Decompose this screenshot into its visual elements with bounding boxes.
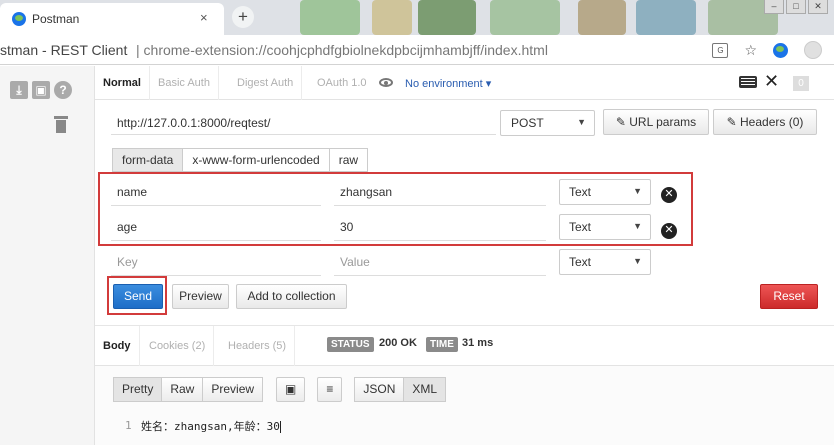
response-line-content: 姓名：zhangsan,年龄：30 [141,420,280,433]
tab-response-cookies[interactable]: Cookies (2) [141,326,215,366]
chevron-down-icon: ▼ [633,256,642,266]
sidebar: ⤓ ▣ ? [0,66,95,445]
response-tabs: Body Cookies (2) Headers (5) STATUS 200 … [95,326,834,366]
preview-view-button[interactable]: Preview [202,377,264,402]
window-controls: – □ ✕ [764,0,828,18]
xml-format-button[interactable]: XML [403,377,447,402]
minimize-button[interactable]: – [764,0,784,14]
method-select[interactable]: POST ▼ [500,110,595,136]
save-icon[interactable]: ▣ [32,81,50,99]
postman-favicon-icon [12,12,26,26]
text-cursor [279,421,281,433]
keyboard-icon[interactable] [739,76,757,88]
status-badge: STATUS [327,337,374,352]
tab-raw[interactable]: raw [328,148,369,172]
sidebar-toolbar: ⤓ ▣ ? [10,81,72,99]
edit-icon: ✎ [615,115,626,129]
highlight-box-params [98,172,693,246]
add-to-collection-button[interactable]: Add to collection [236,284,347,309]
response-panel: Body Cookies (2) Headers (5) STATUS 200 … [95,325,834,445]
send-button[interactable]: Send [113,284,163,309]
pretty-button[interactable]: Pretty [113,377,163,402]
new-tab-button[interactable]: + [232,6,254,28]
address-url[interactable]: | chrome-extension://coohjcphdfgbiolnekd… [136,42,548,58]
body-type-tabs: form-data x-www-form-urlencoded raw [112,148,369,172]
json-format-button[interactable]: JSON [354,377,405,402]
response-view-toolbar: Pretty Raw Preview ▣ ≡ JSON XML [113,377,447,402]
tab-x-www-form-urlencoded[interactable]: x-www-form-urlencoded [182,148,330,172]
form-type-select[interactable]: Text ▼ [559,249,651,275]
time-badge: TIME [426,337,458,352]
response-body-text[interactable]: 姓名：zhangsan,年龄：30 [141,418,281,434]
fullscreen-icon[interactable]: ▣ [276,377,306,402]
headers-button[interactable]: ✎ Headers (0) [713,109,817,135]
status-value: 200 OK [379,337,417,349]
main-panel: Normal Basic Auth Digest Auth OAuth 1.0 … [95,66,834,445]
browser-tab-strip: Postman × + – □ ✕ [0,0,834,35]
address-bar[interactable]: stman - REST Client | chrome-extension:/… [0,35,834,65]
postman-extension-icon[interactable] [773,42,788,58]
chevron-down-icon: ▼ [577,117,586,127]
raw-view-button[interactable]: Raw [161,377,204,402]
profile-avatar[interactable] [804,41,822,59]
edit-icon: ✎ [726,115,737,129]
tab-normal[interactable]: Normal [95,66,150,100]
tab-basic-auth[interactable]: Basic Auth [150,66,219,100]
eye-icon[interactable] [379,78,393,87]
preview-button[interactable]: Preview [172,284,229,309]
tab-digest-auth[interactable]: Digest Auth [229,66,303,100]
tab-oauth[interactable]: OAuth 1.0 [309,66,375,100]
address-bar-icons: G ☆ [712,41,822,59]
maximize-button[interactable]: □ [786,0,806,14]
tab-title: Postman [32,12,80,26]
wrap-lines-icon[interactable]: ≡ [317,377,343,402]
request-url-input[interactable] [111,111,496,135]
new-key-input[interactable] [111,248,321,276]
url-params-button[interactable]: ✎ URL params [603,109,709,135]
environment-dropdown[interactable]: No environment ▾ [405,77,491,90]
counter-badge: 0 [793,76,809,91]
tab-form-data[interactable]: form-data [112,148,184,172]
translate-icon[interactable]: G [712,42,729,58]
new-value-input[interactable] [334,248,546,276]
reset-button[interactable]: Reset [760,284,818,309]
bookmark-star-icon[interactable]: ☆ [744,42,757,59]
method-value: POST [511,116,544,130]
close-window-button[interactable]: ✕ [808,0,828,14]
download-icon[interactable]: ⤓ [10,81,28,99]
form-type-value: Text [569,255,592,269]
trash-icon[interactable] [54,116,68,133]
time-value: 31 ms [462,337,494,349]
help-icon[interactable]: ? [54,81,72,99]
auth-tabs: Normal Basic Auth Digest Auth OAuth 1.0 … [95,66,834,100]
page-origin-label: stman - REST Client [0,42,128,58]
tools-icon[interactable]: ✕ [764,71,779,92]
url-params-label: URL params [629,115,697,129]
tab-response-body[interactable]: Body [95,326,140,366]
line-number: 1 [125,419,132,432]
view-mode-group: Pretty Raw Preview [113,377,264,402]
close-tab-icon[interactable]: × [200,10,208,25]
headers-label: Headers (0) [740,115,804,129]
tab-response-headers[interactable]: Headers (5) [220,326,296,366]
format-group: JSON XML [354,377,447,402]
browser-tab-postman[interactable]: Postman × [0,3,224,35]
